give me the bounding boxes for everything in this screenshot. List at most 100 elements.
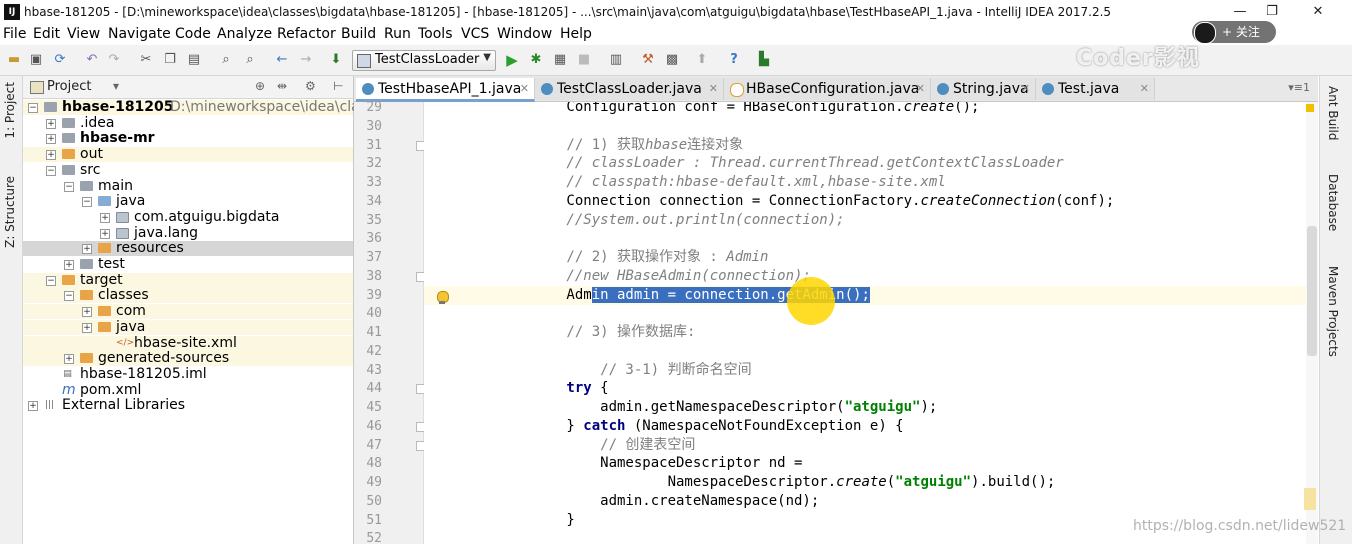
tool-tab-database[interactable]: Database — [1326, 174, 1340, 231]
copy-icon[interactable]: ❐ — [162, 52, 178, 68]
tree-item[interactable]: + java.lang — [23, 225, 353, 241]
code-line[interactable]: NamespaceDescriptor.create("atguigu").bu… — [499, 473, 1056, 492]
code-line[interactable]: //new HBaseAdmin(connection); — [499, 267, 810, 286]
undo-icon[interactable]: ↶ — [84, 52, 100, 68]
close-icon[interactable]: ✕ — [709, 78, 718, 100]
lightbulb-icon[interactable] — [436, 291, 449, 305]
editor-tab[interactable]: String.java ✕ — [931, 78, 1036, 100]
menu-help[interactable]: Help — [560, 26, 592, 42]
code-line[interactable]: NamespaceDescriptor nd = — [499, 454, 802, 473]
debug-icon[interactable]: ✱ — [528, 52, 544, 68]
menu-run[interactable]: Run — [384, 26, 411, 42]
warning-marker-icon[interactable] — [1306, 104, 1314, 112]
menu-analyze[interactable]: Analyze — [217, 26, 272, 42]
tree-item[interactable]: − main — [23, 178, 353, 194]
help-icon[interactable]: ? — [726, 52, 742, 68]
build-icon[interactable]: ⬇ — [328, 52, 344, 68]
menu-view[interactable]: View — [67, 26, 100, 42]
code-line[interactable]: Configuration conf = HBaseConfiguration.… — [499, 102, 979, 117]
code-line[interactable]: // 创建表空间 — [499, 436, 695, 455]
tool-tab-project[interactable]: 1: Project — [3, 82, 17, 139]
tree-item[interactable]: + ||| External Libraries — [23, 398, 353, 413]
code-line[interactable]: // 3-1) 判断命名空间 — [499, 361, 751, 380]
menu-build[interactable]: Build — [341, 26, 376, 42]
warning-stripe-marker[interactable] — [1304, 488, 1316, 510]
settings-icon[interactable]: ⚒ — [640, 52, 656, 68]
expand-node-icon[interactable]: + — [46, 134, 56, 145]
code-line[interactable]: //System.out.println(connection); — [499, 211, 844, 230]
sdk-icon[interactable]: ▩ — [664, 52, 680, 68]
tool-tab-ant-build[interactable]: Ant Build — [1326, 86, 1340, 140]
code-line[interactable]: // 3) 操作数据库: — [499, 323, 695, 342]
tree-item[interactable]: + com.atguigu.bigdata — [23, 209, 353, 225]
tree-item[interactable]: + generated-sources — [23, 351, 353, 367]
code-line[interactable]: // 1) 获取hbase连接对象 — [499, 136, 743, 155]
expand-node-icon[interactable]: + — [100, 212, 110, 223]
tree-item[interactable]: + resources — [23, 241, 353, 257]
code-line[interactable]: admin.getNamespaceDescriptor("atguigu"); — [499, 398, 937, 417]
tool-tab-structure[interactable]: Z: Structure — [3, 176, 17, 248]
tree-item[interactable]: + test — [23, 257, 353, 272]
code-line[interactable]: } — [499, 511, 574, 530]
code-line[interactable]: admin.createNamespace(nd); — [499, 492, 819, 511]
expand-node-icon[interactable]: + — [100, 228, 110, 239]
tree-item[interactable]: − src — [23, 162, 353, 178]
collapse-node-icon[interactable]: − — [46, 165, 56, 176]
tree-item[interactable]: − java — [23, 194, 353, 209]
expand-node-icon[interactable]: + — [82, 322, 92, 333]
gear-icon[interactable]: ⚙ — [305, 79, 316, 93]
chevron-down-icon[interactable]: ▾ — [113, 79, 119, 93]
plugin-icon[interactable]: ▙ — [756, 52, 772, 68]
expand-node-icon[interactable]: + — [28, 401, 38, 412]
collapse-node-icon[interactable]: − — [82, 197, 92, 208]
stop-icon[interactable]: ■ — [576, 52, 592, 68]
expand-node-icon[interactable]: + — [82, 244, 92, 255]
code-line[interactable]: // 2) 获取操作对象 : Admin — [499, 248, 768, 267]
tree-item[interactable]: + com — [23, 304, 353, 320]
collapse-node-icon[interactable]: − — [46, 275, 56, 286]
tree-item[interactable]: </> hbase-site.xml — [23, 335, 353, 351]
tab-list-icon[interactable]: ▾≡1 — [1288, 81, 1310, 94]
collapse-icon[interactable]: ⇹ — [277, 79, 287, 93]
project-panel-title[interactable]: Project — [47, 79, 91, 94]
project-structure-icon[interactable]: ▥ — [608, 52, 624, 68]
scrollbar-thumb[interactable] — [1307, 226, 1317, 356]
collapse-node-icon[interactable]: − — [64, 181, 74, 192]
replace-icon[interactable]: ⌕ — [242, 52, 258, 68]
expand-node-icon[interactable]: + — [64, 354, 74, 365]
sync-icon[interactable]: ⟳ — [52, 52, 68, 68]
cut-icon[interactable]: ✂ — [138, 52, 154, 68]
tree-item[interactable]: + out — [23, 147, 353, 163]
tree-item[interactable]: + .idea — [23, 115, 353, 131]
editor-tab[interactable]: TestClassLoader.java ✕ — [535, 78, 724, 100]
sync-scroll-icon[interactable]: ⊕ — [255, 79, 265, 93]
tree-item[interactable]: − hbase-181205 D:\mineworkspace\idea\clas — [23, 100, 367, 115]
coverage-icon[interactable]: ▦ — [552, 52, 568, 68]
tree-item[interactable]: + java — [23, 319, 353, 335]
expand-node-icon[interactable]: + — [46, 150, 56, 161]
tool-tab-maven-projects[interactable]: Maven Projects — [1326, 266, 1340, 357]
close-icon[interactable]: ✕ — [520, 78, 529, 100]
back-icon[interactable]: ← — [274, 52, 290, 68]
menu-edit[interactable]: Edit — [33, 26, 60, 42]
find-icon[interactable]: ⌕ — [218, 52, 234, 68]
menu-file[interactable]: File — [3, 26, 26, 42]
menu-vcs[interactable]: VCS — [461, 26, 489, 42]
collapse-node-icon[interactable]: − — [28, 103, 38, 113]
menu-refactor[interactable]: Refactor — [277, 26, 336, 42]
menu-tools[interactable]: Tools — [418, 26, 453, 42]
code-line[interactable]: Connection connection = ConnectionFactor… — [499, 192, 1114, 211]
code-line[interactable]: try { — [499, 379, 608, 398]
run-icon[interactable]: ▶ — [504, 52, 520, 68]
editor-tab[interactable]: TestHbaseAPI_1.java ✕ — [356, 78, 535, 102]
close-window-button[interactable]: ✕ — [1296, 2, 1340, 22]
tree-item[interactable]: − target — [23, 272, 353, 288]
run-configuration-select[interactable]: TestClassLoader ▼ — [352, 50, 496, 71]
maximize-button[interactable]: ❐ — [1250, 2, 1294, 22]
editor-tab[interactable]: Test.java ✕ — [1036, 78, 1155, 100]
menu-navigate[interactable]: Navigate — [108, 26, 171, 42]
follow-button[interactable]: + 关注 — [1192, 21, 1276, 44]
tree-item[interactable]: + hbase-mr — [23, 131, 353, 146]
hide-panel-icon[interactable]: ⊢ — [333, 79, 343, 93]
collapse-node-icon[interactable]: − — [64, 291, 74, 302]
